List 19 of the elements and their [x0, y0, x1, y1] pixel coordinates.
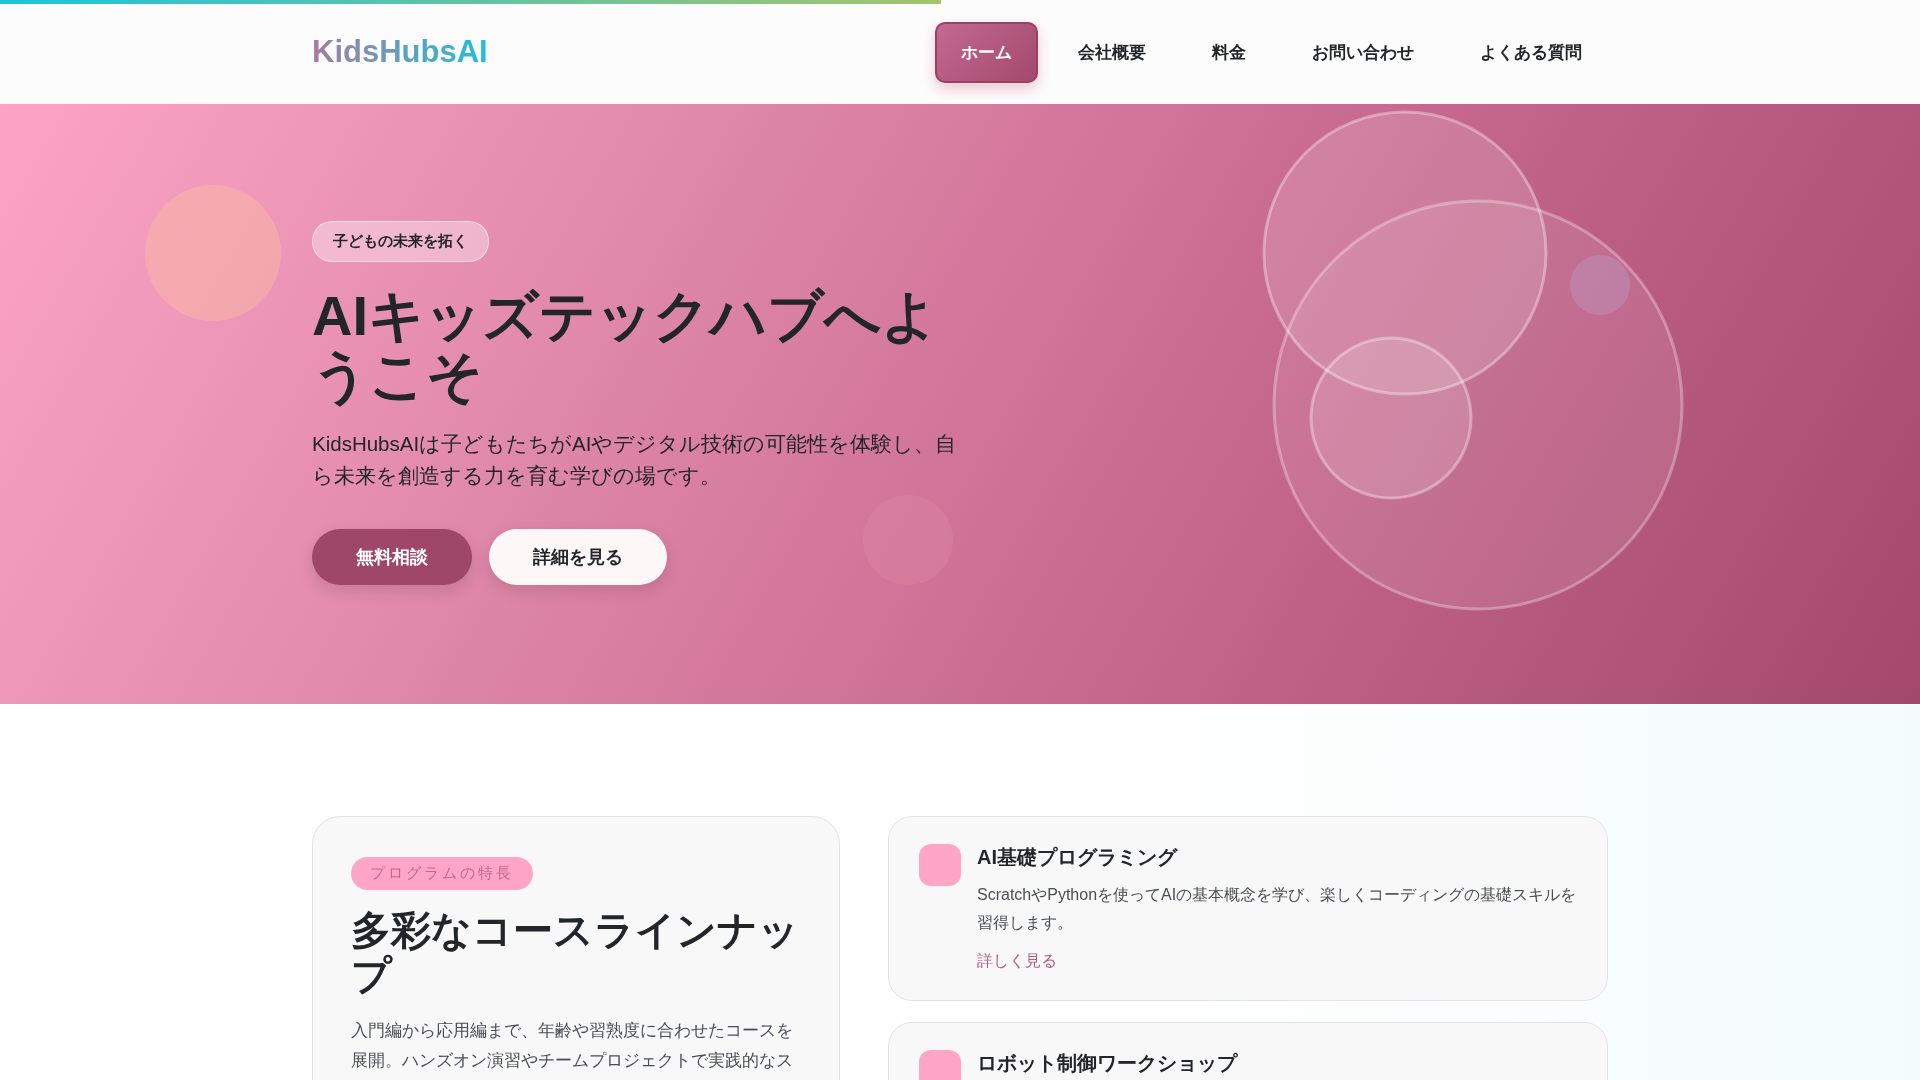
nav-link[interactable]: 会社概要 — [1052, 21, 1172, 83]
nav-link[interactable]: お問い合わせ — [1286, 21, 1440, 83]
course-icon — [919, 1050, 961, 1080]
nav-link[interactable]: よくある質問 — [1454, 21, 1608, 83]
section-description: 入門編から応用編まで、年齢や習熟度に合わせたコースを展開。ハンズオン演習やチームプロジェクトで実践的なス — [351, 1019, 794, 1073]
consultation-button[interactable]: 無料相談 — [312, 529, 472, 586]
details-button[interactable]: 詳細を見る — [489, 529, 667, 586]
tagline-badge: 子どもの未来を拓く — [312, 221, 489, 262]
nav-link[interactable]: 料金 — [1186, 21, 1272, 83]
course-icon — [919, 844, 961, 886]
course-description: ScratchやPythonを使ってAIの基本概念を学び、楽しくコーディングの基礎スキルを習得します。 — [977, 885, 1577, 933]
section-badge: プログラムの特長 — [351, 857, 533, 890]
nav-link[interactable]: ホーム — [935, 21, 1038, 83]
more-link[interactable]: 詳しく見る — [977, 952, 1057, 969]
section-title: 多彩なコースラインナップ — [351, 908, 800, 998]
hero-title: AIキッズテックハブへようこそ — [312, 286, 939, 406]
course-title: ロボット制御ワークショップ — [977, 1051, 1237, 1076]
course-title: AI基礎プログラミング — [977, 845, 1179, 870]
hero-description: KidsHubsAIは子どもたちがAIやデジタル技術の可能性を体験し、自ら未来を創造する力を育む学びの場です。 — [312, 430, 958, 489]
